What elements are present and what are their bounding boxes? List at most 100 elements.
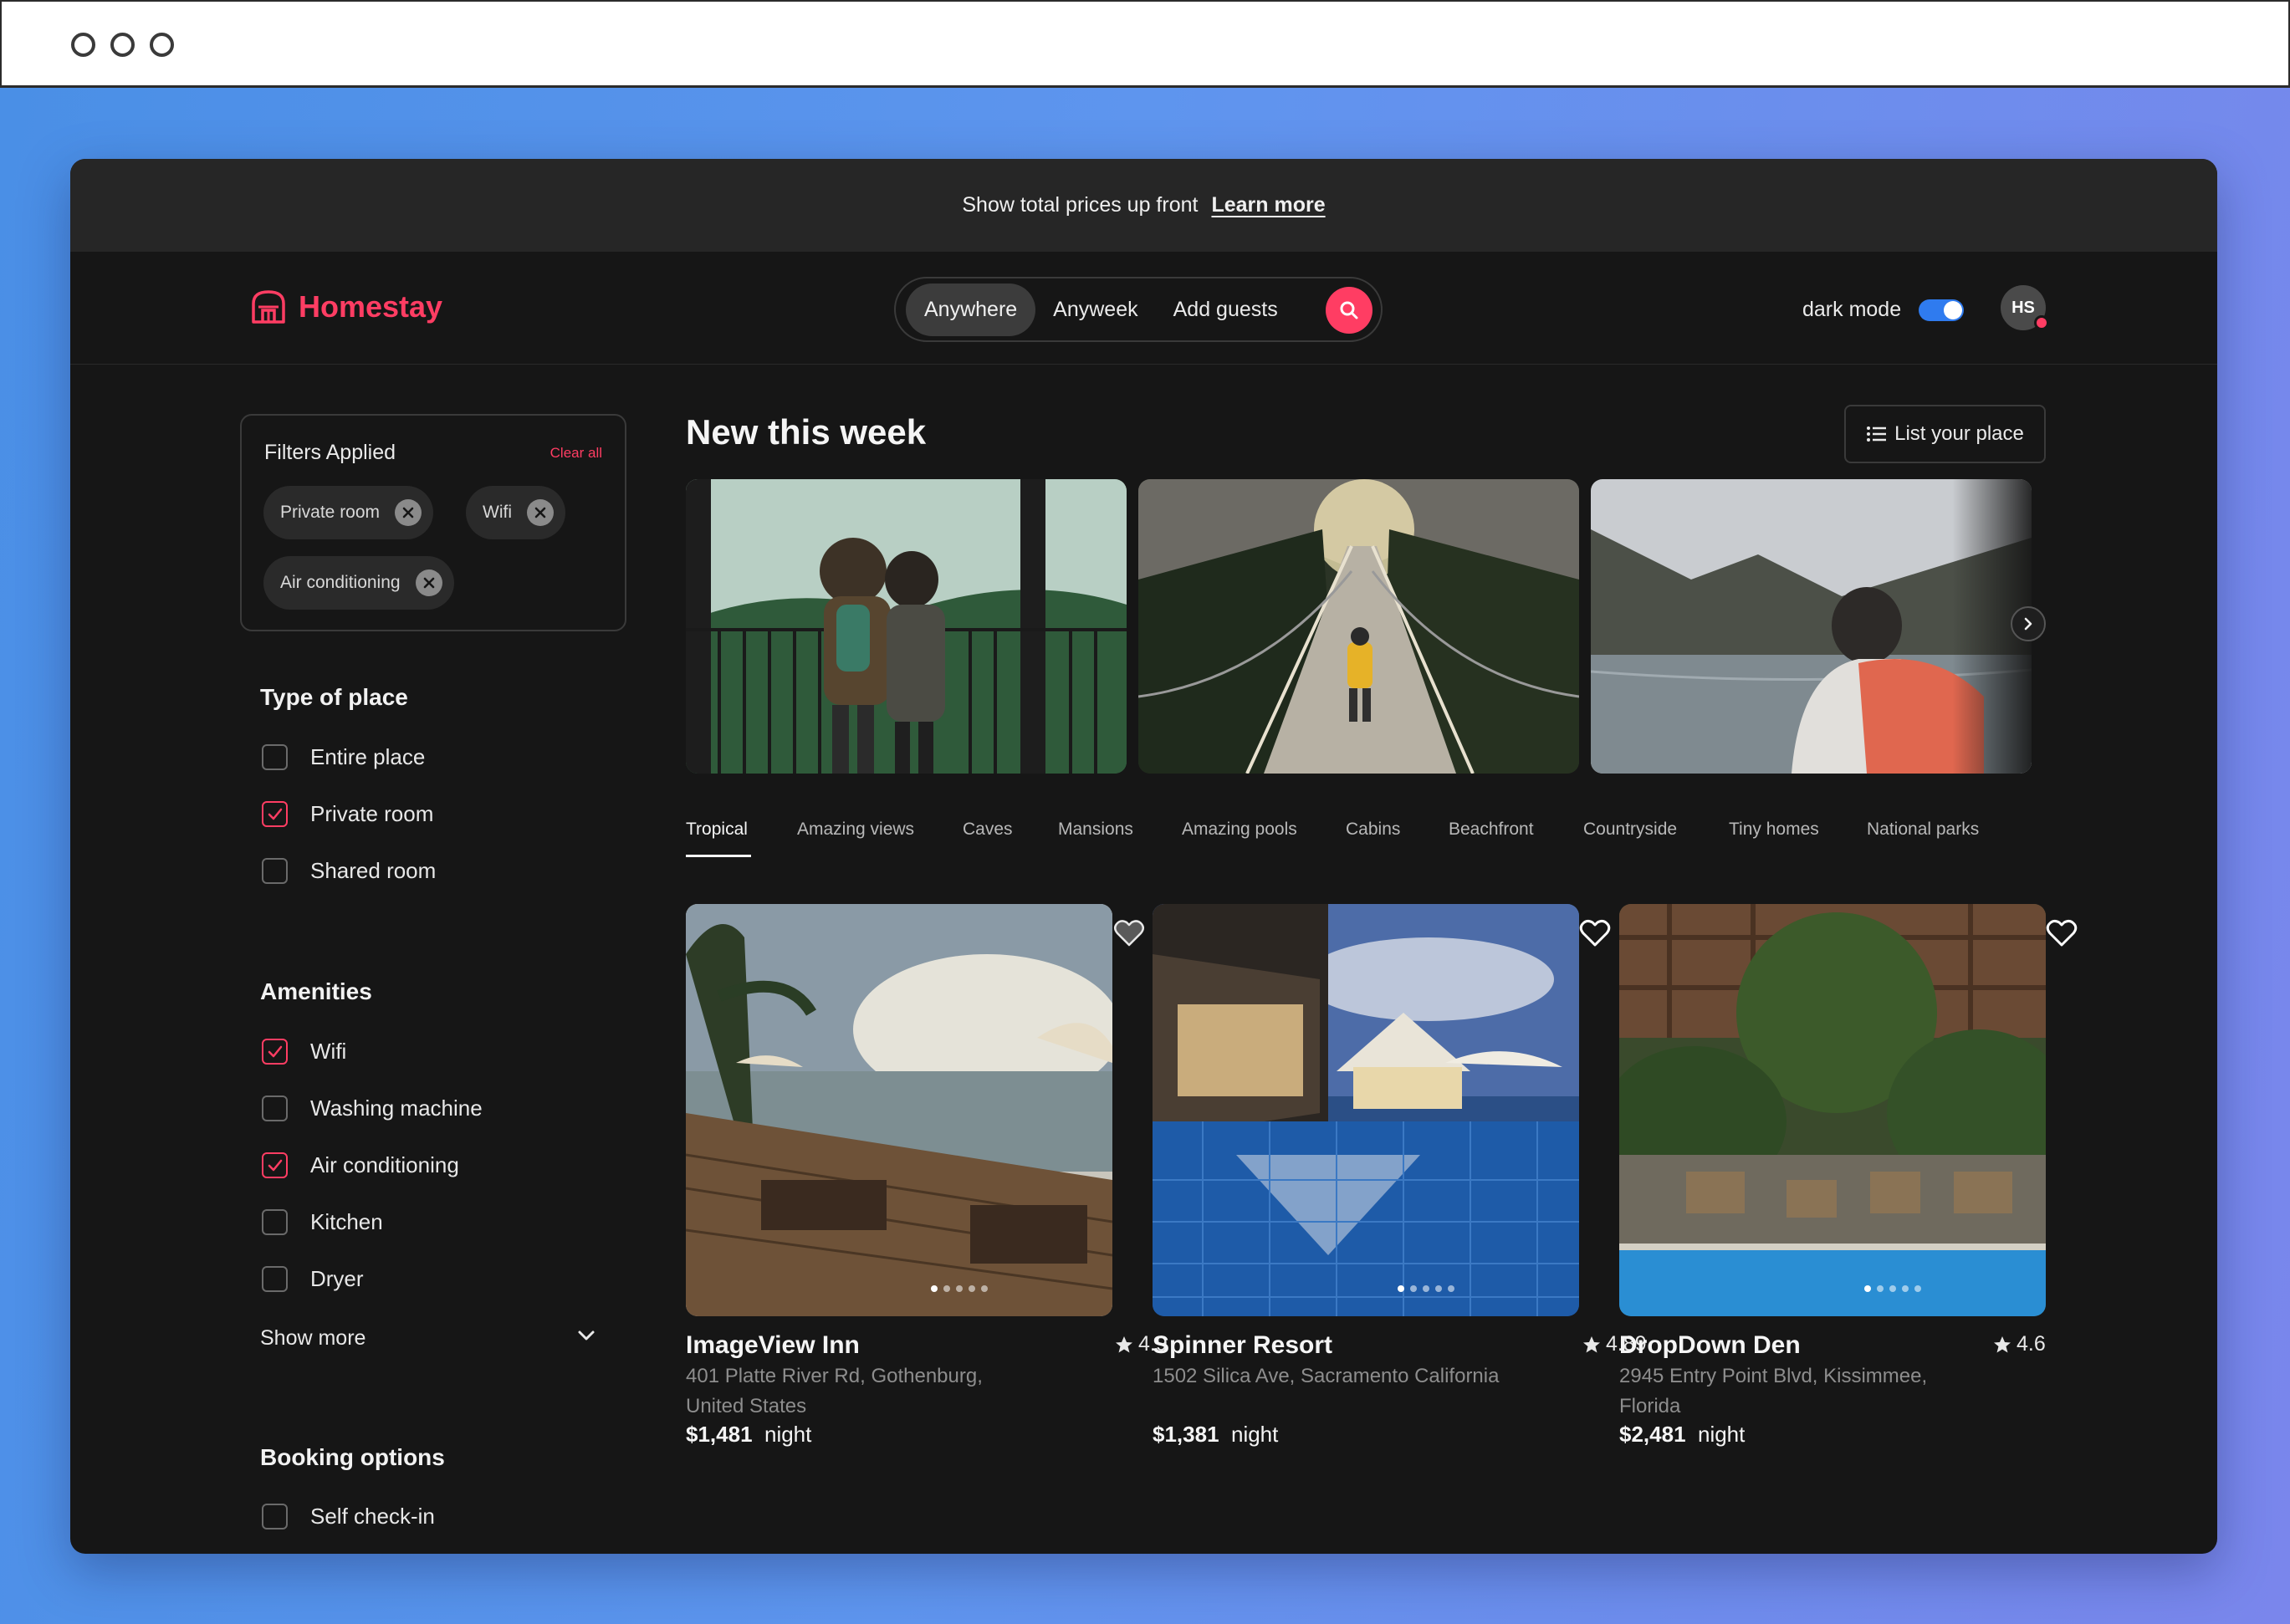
tab-tiny-homes[interactable]: Tiny homes xyxy=(1729,820,1819,840)
listing-address: 1502 Silica Ave, Sacramento California xyxy=(1153,1365,1500,1387)
checkbox-label: Dryer xyxy=(310,1266,364,1291)
image-pagination-dots xyxy=(931,1285,988,1292)
window-control-maximize[interactable] xyxy=(150,33,174,57)
checkbox-checked[interactable] xyxy=(262,801,288,827)
page-title: New this week xyxy=(686,412,927,452)
search-where[interactable]: Anywhere xyxy=(906,283,1036,336)
image-pagination-dots xyxy=(1864,1285,1921,1292)
tab-beachfront[interactable]: Beachfront xyxy=(1449,820,1534,840)
listing-name[interactable]: ImageView Inn xyxy=(686,1331,860,1360)
amenities-title: Amenities xyxy=(260,978,372,1004)
tab-cabins[interactable]: Cabins xyxy=(1346,820,1400,840)
clear-all-link[interactable]: Clear all xyxy=(550,445,602,462)
price-banner: Show total prices up front Learn more xyxy=(70,159,2217,252)
checkbox-wifi[interactable]: Wifi xyxy=(262,1039,346,1065)
tab-amazing-views[interactable]: Amazing views xyxy=(797,820,914,840)
checkbox-label: Wifi xyxy=(310,1039,347,1064)
active-tab-indicator xyxy=(686,855,751,857)
search-bar[interactable]: Anywhere Anyweek Add guests xyxy=(894,277,1383,342)
tab-caves[interactable]: Caves xyxy=(963,820,1013,840)
listing-price: $2,481 night xyxy=(1619,1422,1745,1448)
price-value: $1,381 xyxy=(1153,1422,1219,1447)
tab-tropical[interactable]: Tropical xyxy=(686,820,748,840)
search-when[interactable]: Anyweek xyxy=(1035,298,1155,322)
house-icon xyxy=(252,290,285,324)
dark-mode-toggle[interactable] xyxy=(1919,299,1964,321)
tab-national-parks[interactable]: National parks xyxy=(1867,820,1979,840)
listing-rating: 4.6 xyxy=(1993,1332,2046,1356)
listing-price: $1,381 night xyxy=(1153,1422,1278,1448)
brand-logo[interactable]: Homestay xyxy=(248,287,442,327)
avatar-initials: HS xyxy=(2011,298,2035,317)
listing-address: 401 Platte River Rd, Gothenburg, United … xyxy=(686,1365,983,1417)
heart-icon[interactable] xyxy=(1579,919,1611,947)
checkbox-label: Private room xyxy=(310,801,434,826)
checkbox[interactable] xyxy=(262,858,288,884)
checkbox-washing-machine[interactable]: Washing machine xyxy=(262,1095,483,1121)
checkbox[interactable] xyxy=(262,1209,288,1235)
top-navigation: Homestay Anywhere Anyweek Add guests dar… xyxy=(70,252,2217,365)
price-unit: night xyxy=(1697,1422,1746,1447)
listing-image-dropdown-den[interactable] xyxy=(1619,904,2046,1316)
checkbox-checked[interactable] xyxy=(262,1039,288,1065)
listing-name[interactable]: DropDown Den xyxy=(1619,1331,1801,1360)
filter-chip-private-room: Private room xyxy=(263,486,434,539)
hero-image-balcony-couple[interactable] xyxy=(686,479,1127,774)
checkbox[interactable] xyxy=(262,1266,288,1292)
booking-options-title: Booking options xyxy=(260,1444,445,1470)
avatar[interactable]: HS xyxy=(2001,285,2049,330)
checkmark-icon xyxy=(268,808,282,820)
chip-label: Private room xyxy=(280,503,381,522)
price-value: $1,481 xyxy=(686,1422,753,1447)
toggle-knob xyxy=(1944,301,1962,319)
price-unit: night xyxy=(764,1422,812,1447)
filters-title: Filters Applied xyxy=(264,441,396,464)
hero-image-suspension-bridge[interactable] xyxy=(1138,479,1579,774)
search-button[interactable] xyxy=(1326,287,1372,334)
chevron-down-icon[interactable] xyxy=(575,1325,597,1346)
checkbox-self-check-in[interactable]: Self check-in xyxy=(262,1504,435,1530)
checkbox-air-conditioning[interactable]: Air conditioning xyxy=(262,1152,459,1178)
list-your-place-button[interactable]: List your place xyxy=(1844,405,2046,463)
checkbox-dryer[interactable]: Dryer xyxy=(262,1266,364,1292)
price-value: $2,481 xyxy=(1619,1422,1686,1447)
checkbox-shared-room[interactable]: Shared room xyxy=(262,858,436,884)
window-control-minimize[interactable] xyxy=(110,33,135,57)
tab-mansions[interactable]: Mansions xyxy=(1058,820,1133,840)
listing-address: 2945 Entry Point Blvd, Kissimmee, Florid… xyxy=(1619,1365,1928,1417)
checkbox[interactable] xyxy=(262,1095,288,1121)
star-icon xyxy=(1116,1335,1132,1352)
checkbox[interactable] xyxy=(262,744,288,770)
checkbox-checked[interactable] xyxy=(262,1152,288,1178)
carousel-next-button[interactable] xyxy=(2011,606,2046,641)
window-control-close[interactable] xyxy=(71,33,95,57)
type-of-place-title: Type of place xyxy=(260,684,408,710)
checkbox-label: Entire place xyxy=(310,744,426,769)
checkbox-private-room[interactable]: Private room xyxy=(262,801,433,827)
show-more-link[interactable]: Show more xyxy=(260,1326,365,1351)
remove-chip-close-icon[interactable] xyxy=(395,499,422,526)
search-guests[interactable]: Add guests xyxy=(1156,298,1296,322)
heart-icon[interactable] xyxy=(2046,919,2078,947)
checkbox[interactable] xyxy=(262,1504,288,1530)
checkbox-label: Shared room xyxy=(310,858,437,883)
checkbox-entire-place[interactable]: Entire place xyxy=(262,744,425,770)
checkbox-label: Self check-in xyxy=(310,1504,435,1529)
checkmark-icon xyxy=(268,1045,282,1057)
image-pagination-dots xyxy=(1398,1285,1454,1292)
tab-amazing-pools[interactable]: Amazing pools xyxy=(1182,820,1297,840)
hero-image-lake-hiker[interactable] xyxy=(1591,479,2032,774)
star-icon xyxy=(1994,1335,2011,1352)
listing-image-imageview-inn[interactable] xyxy=(686,904,1112,1316)
list-icon xyxy=(1867,426,1887,442)
listing-name[interactable]: Spinner Resort xyxy=(1153,1331,1332,1360)
remove-chip-close-icon[interactable] xyxy=(527,499,554,526)
remove-chip-close-icon[interactable] xyxy=(415,569,442,596)
tab-countryside[interactable]: Countryside xyxy=(1583,820,1677,840)
notification-badge xyxy=(2034,315,2049,330)
learn-more-link[interactable]: Learn more xyxy=(1211,193,1325,217)
banner-text: Show total prices up front xyxy=(962,193,1199,217)
heart-icon-favorited[interactable] xyxy=(1113,919,1145,947)
checkbox-kitchen[interactable]: Kitchen xyxy=(262,1209,383,1235)
listing-image-spinner-resort[interactable] xyxy=(1153,904,1579,1316)
